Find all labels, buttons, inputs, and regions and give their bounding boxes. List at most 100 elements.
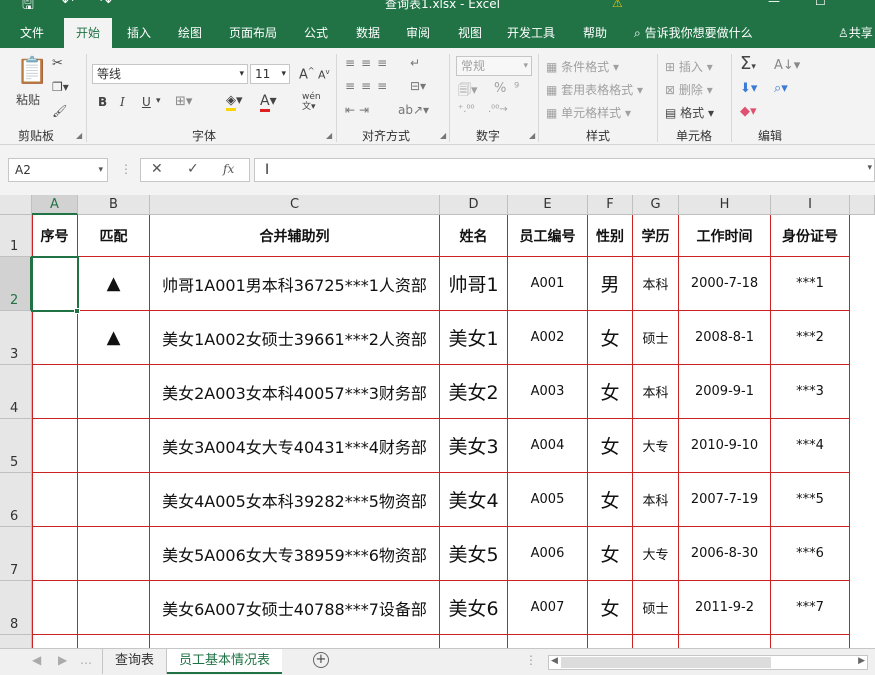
restore-icon[interactable]: ☐ xyxy=(815,0,826,8)
enter-icon[interactable]: ✓ xyxy=(187,161,199,177)
row-header[interactable]: 7 xyxy=(0,527,32,581)
alignment-launcher-icon[interactable]: ◢ xyxy=(440,131,446,140)
header-cell[interactable]: 姓名 xyxy=(440,215,508,257)
autosum-button[interactable]: Σ▾ xyxy=(740,53,756,74)
table-cell[interactable] xyxy=(508,635,588,648)
table-cell[interactable]: 2007-7-19 xyxy=(679,473,771,527)
format-painter-icon[interactable]: 🖌 xyxy=(52,104,67,118)
table-cell[interactable] xyxy=(440,635,508,648)
table-cell[interactable]: 美女2A003女本科40057***3财务部 xyxy=(150,365,440,419)
table-cell[interactable]: 2010-9-10 xyxy=(679,419,771,473)
font-name-select[interactable]: 等线 ▾ xyxy=(92,64,248,84)
insert-cells-button[interactable]: ⊞ 插入 ▾ xyxy=(665,58,713,75)
column-header[interactable]: F xyxy=(588,195,633,215)
table-cell[interactable] xyxy=(679,635,771,648)
scroll-right-icon[interactable]: ▶ xyxy=(858,656,865,666)
table-cell[interactable]: 女 xyxy=(588,581,633,635)
table-cell[interactable]: 2008-8-1 xyxy=(679,311,771,365)
table-cell[interactable] xyxy=(633,635,679,648)
table-cell[interactable]: A006 xyxy=(508,527,588,581)
comma-icon[interactable]: ⁹ xyxy=(514,81,519,96)
table-cell[interactable] xyxy=(78,365,150,419)
table-cell[interactable]: 女 xyxy=(588,311,633,365)
table-cell[interactable]: ***1 xyxy=(771,257,850,311)
name-box[interactable]: A2 ▾ xyxy=(8,158,108,182)
table-cell[interactable]: 美女2 xyxy=(440,365,508,419)
tab-help[interactable]: 帮助 xyxy=(572,18,618,48)
table-cell[interactable]: 女 xyxy=(588,419,633,473)
table-cell[interactable]: ***7 xyxy=(771,581,850,635)
header-cell[interactable]: 性别 xyxy=(588,215,633,257)
table-cell[interactable]: 美女1 xyxy=(440,311,508,365)
table-cell[interactable]: 硕士 xyxy=(633,581,679,635)
table-cell[interactable]: A007 xyxy=(508,581,588,635)
vertical-align-icons[interactable]: ≡≡≡ xyxy=(345,56,393,70)
tab-draw[interactable]: 绘图 xyxy=(166,18,214,48)
table-cell[interactable] xyxy=(32,365,78,419)
row-header[interactable]: 4 xyxy=(0,365,32,419)
currency-icon[interactable]: 🗐▾ xyxy=(458,81,478,103)
table-cell[interactable]: 帅哥1A001男本科36725***1人资部 xyxy=(150,257,440,311)
table-cell[interactable]: 本科 xyxy=(633,257,679,311)
save-icon[interactable]: 🖫 xyxy=(22,0,34,18)
chevron-down-icon[interactable]: ▾ xyxy=(156,96,161,106)
add-sheet-button[interactable]: + xyxy=(313,652,329,668)
formula-input[interactable]: I ▾ xyxy=(254,158,875,182)
table-cell[interactable]: 本科 xyxy=(633,365,679,419)
cut-icon[interactable]: ✂ xyxy=(52,56,63,71)
minimize-icon[interactable]: — xyxy=(768,0,780,8)
table-cell[interactable]: A002 xyxy=(508,311,588,365)
header-cell[interactable]: 身份证号 xyxy=(771,215,850,257)
scroll-thumb[interactable] xyxy=(561,657,771,668)
table-cell[interactable]: 美女6A007女硕士40788***7设备部 xyxy=(150,581,440,635)
delete-cells-button[interactable]: ⊠ 删除 ▾ xyxy=(665,81,713,98)
table-cell[interactable]: A003 xyxy=(508,365,588,419)
table-cell[interactable]: 美女4 xyxy=(440,473,508,527)
scroll-left-icon[interactable]: ◀ xyxy=(551,656,558,666)
column-header[interactable]: E xyxy=(508,195,588,215)
table-cell[interactable]: 2006-8-30 xyxy=(679,527,771,581)
row-header[interactable]: 3 xyxy=(0,311,32,365)
table-cell[interactable] xyxy=(32,257,78,311)
row-header[interactable]: 8 xyxy=(0,581,32,635)
conditional-format-button[interactable]: ▦ 条件格式 ▾ xyxy=(546,58,619,75)
table-cell[interactable] xyxy=(150,635,440,648)
fill-color-icon[interactable]: ◈▾ xyxy=(226,93,243,111)
redo-icon[interactable]: ↷ xyxy=(100,0,112,10)
table-cell[interactable]: 男 xyxy=(588,257,633,311)
format-cells-button[interactable]: ▤ 格式 ▾ xyxy=(665,104,714,121)
table-cell[interactable] xyxy=(771,635,850,648)
table-cell[interactable] xyxy=(32,581,78,635)
wrap-text-icon[interactable]: ↵ xyxy=(410,56,420,70)
table-cell[interactable] xyxy=(588,635,633,648)
number-format-select[interactable]: 常规 ▾ xyxy=(456,56,532,76)
tab-page-layout[interactable]: 页面布局 xyxy=(220,18,286,48)
table-cell[interactable]: A001 xyxy=(508,257,588,311)
copy-icon[interactable]: ❐▾ xyxy=(52,80,69,94)
header-cell[interactable]: 匹配 xyxy=(78,215,150,257)
column-header[interactable]: B xyxy=(78,195,150,215)
table-cell[interactable]: 美女4A005女本科39282***5物资部 xyxy=(150,473,440,527)
table-cell[interactable]: ***2 xyxy=(771,311,850,365)
clear-icon[interactable]: ◆▾ xyxy=(740,104,757,119)
indent-icons[interactable]: ⇤⇥ xyxy=(345,103,373,117)
table-cell[interactable] xyxy=(32,419,78,473)
grow-font-button[interactable]: A^ xyxy=(299,66,315,82)
sheet-tab-employees[interactable]: 员工基本情况表 xyxy=(167,649,283,674)
table-cell[interactable]: 本科 xyxy=(633,473,679,527)
column-header[interactable]: I xyxy=(771,195,850,215)
row-header[interactable]: 2 xyxy=(0,257,32,311)
table-cell[interactable]: 大专 xyxy=(633,419,679,473)
header-cell[interactable]: 员工编号 xyxy=(508,215,588,257)
table-cell[interactable]: 大专 xyxy=(633,527,679,581)
underline-button[interactable]: U xyxy=(142,95,151,109)
splitter-icon[interactable]: ⋮ xyxy=(525,653,537,667)
column-header[interactable]: G xyxy=(633,195,679,215)
table-cell[interactable]: 女 xyxy=(588,527,633,581)
tab-insert[interactable]: 插入 xyxy=(116,18,162,48)
table-cell[interactable]: ***5 xyxy=(771,473,850,527)
percent-button[interactable]: % xyxy=(494,81,506,96)
table-cell[interactable]: 美女1A002女硕士39661***2人资部 xyxy=(150,311,440,365)
table-cell[interactable]: ***3 xyxy=(771,365,850,419)
tab-review[interactable]: 审阅 xyxy=(394,18,442,48)
